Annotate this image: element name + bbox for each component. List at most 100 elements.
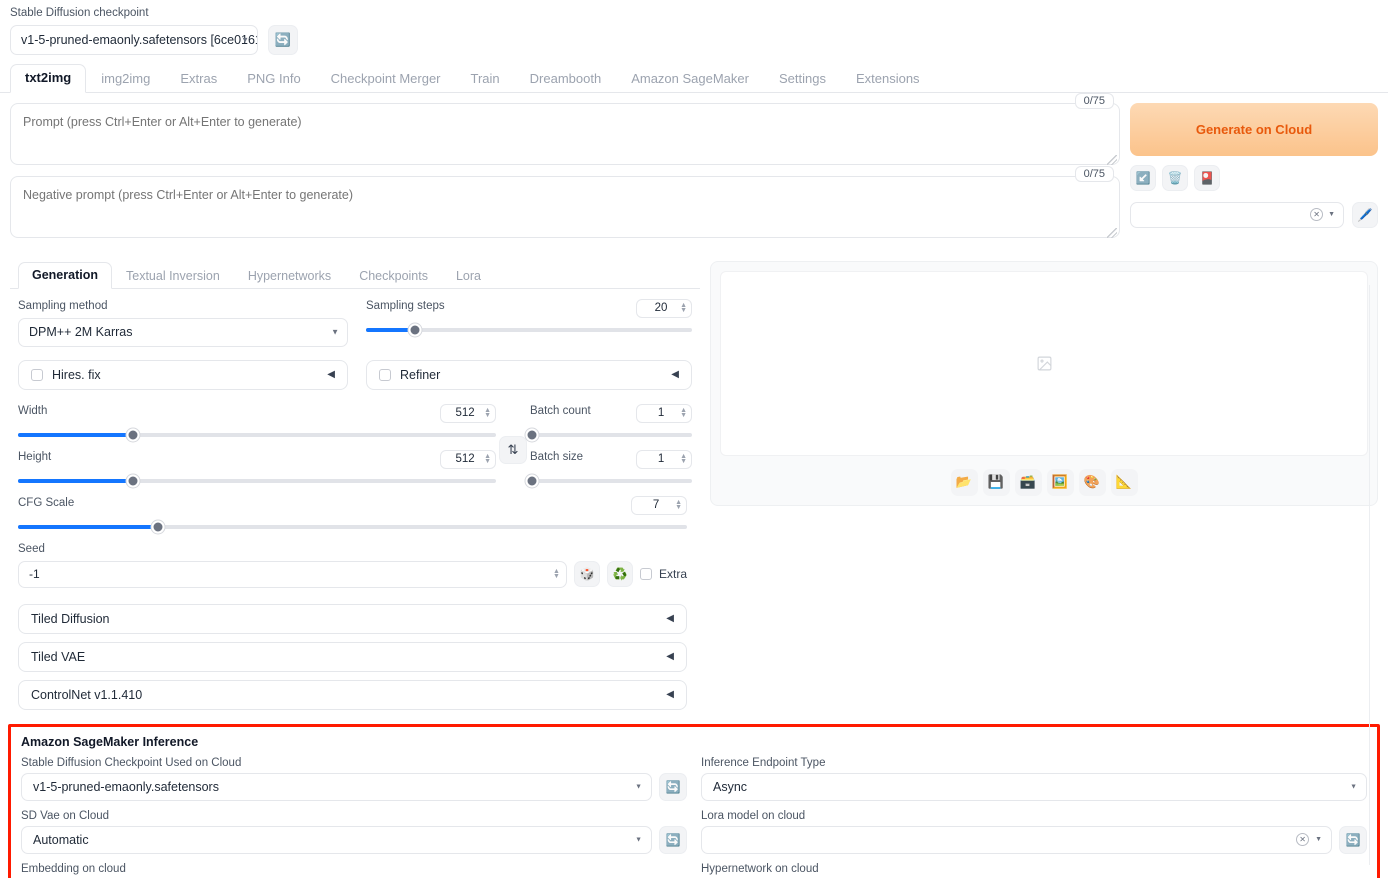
apply-style-button[interactable]: 🖊️ [1352,201,1378,228]
width-slider[interactable] [18,428,496,442]
tiled-diffusion-accordion[interactable]: Tiled Diffusion ◀ [18,603,687,634]
hires-fix-checkbox[interactable] [31,368,43,381]
tab-generation[interactable]: Generation [18,261,112,289]
prompt-tool-buttons: ↙️ 🗑️ 🎴 [1130,164,1378,191]
refresh-lora-model-button[interactable]: 🔄 [1339,825,1367,854]
tab-checkpoints[interactable]: Checkpoints [345,263,442,289]
cfg-scale-slider[interactable] [18,520,687,534]
batch-size-block: Batch size 1 ▲ ▼ [525,449,692,488]
seed-input[interactable]: -1 ▲ ▼ [18,560,567,588]
amazon-sagemaker-inference-panel: Amazon SageMaker Inference Stable Diffus… [8,723,1380,878]
tab-extensions[interactable]: Extensions [841,65,935,93]
show-extra-networks-button[interactable]: 🎴 [1194,164,1220,191]
refiner-label: Refiner [400,367,441,382]
extra-seed-checkbox[interactable] [639,568,652,581]
send-to-img2img-button[interactable]: 🖼️ [1046,468,1074,496]
panel-divider [1369,285,1370,865]
negative-prompt-resize-handle[interactable] [1107,227,1117,238]
refiner-accordion[interactable]: Refiner ◀ [366,359,692,390]
generate-on-cloud-button[interactable]: Generate on Cloud [1130,102,1378,156]
prompt-input[interactable] [10,102,1120,165]
endpoint-type-select[interactable]: Async ▼ [701,772,1367,801]
batch-count-number[interactable]: 1 ▲ ▼ [636,403,692,423]
cloud-checkpoint-select[interactable]: v1-5-pruned-emaonly.safetensors ▼ [21,772,652,801]
tab-png-info[interactable]: PNG Info [232,65,315,93]
image-preview-canvas[interactable] [720,270,1368,456]
tab-dreambooth[interactable]: Dreambooth [515,65,617,93]
chevron-down-icon: ▼ [635,836,642,844]
stepper-icon[interactable]: ▲ ▼ [553,568,560,580]
dimensions-row: Width 512 ▲ ▼ Height 512 ▲ ▼ ⇅ Batch cou… [18,403,692,496]
styles-select[interactable]: ✕ ▼ [1130,201,1344,228]
prompt-wrapper: 0/75 [10,92,1120,168]
stepper-icon[interactable]: ▲ ▼ [680,407,687,419]
refresh-sd-vae-button[interactable]: 🔄 [659,825,687,854]
clear-prompt-button[interactable]: 🗑️ [1162,164,1188,191]
lora-model-select[interactable]: ✕ ▼ [701,825,1332,854]
reuse-seed-button[interactable]: ♻️ [606,561,633,588]
chevron-down-icon: ▼ [1350,783,1357,791]
clear-icon[interactable]: ✕ [1310,208,1324,222]
refiner-checkbox[interactable] [379,368,391,381]
lora-model-block: Lora model on cloud ✕ ▼ 🔄 [701,810,1367,854]
tab-settings[interactable]: Settings [764,65,841,93]
seed-row: -1 ▲ ▼ 🎲 ♻️ Extra [18,560,687,588]
cfg-scale-number[interactable]: 7 ▲ ▼ [631,495,687,515]
open-folder-button[interactable]: 📂 [950,468,978,496]
sampling-steps-head: Sampling steps 20 ▲ ▼ [366,298,692,318]
batch-size-slider[interactable] [525,474,692,488]
send-to-extras-button[interactable]: 📐 [1110,468,1138,496]
batch-size-value: 1 [657,453,665,466]
controlnet-accordion[interactable]: ControlNet v1.1.410 ◀ [18,679,687,710]
prompt-resize-handle[interactable] [1107,154,1117,165]
stepper-icon[interactable]: ▲ ▼ [484,407,491,419]
tab-textual-inversion[interactable]: Textual Inversion [112,263,234,289]
main-body: Generation Textual Inversion Hypernetwor… [0,249,1388,718]
save-zip-button[interactable]: 🗃️ [1014,468,1042,496]
height-number[interactable]: 512 ▲ ▼ [440,449,496,469]
tiled-vae-accordion[interactable]: Tiled VAE ◀ [18,641,687,672]
tab-checkpoint-merger[interactable]: Checkpoint Merger [316,65,456,93]
stepper-icon[interactable]: ▲ ▼ [680,302,687,314]
width-number[interactable]: 512 ▲ ▼ [440,403,496,423]
tab-amazon-sagemaker[interactable]: Amazon SageMaker [616,65,764,93]
checkpoint-label: Stable Diffusion checkpoint [10,7,149,19]
cfg-scale-value: 7 [652,499,660,512]
tab-train[interactable]: Train [456,65,515,93]
hypernetwork-block: Hypernetwork on cloud ✕ ▼ 🔄 [701,863,1367,878]
random-seed-button[interactable]: 🎲 [573,561,600,588]
sampling-steps-number[interactable]: 20 ▲ ▼ [636,298,692,318]
height-label: Height [18,450,52,463]
send-to-inpaint-button[interactable]: 🎨 [1078,468,1106,496]
tab-img2img[interactable]: img2img [86,65,165,93]
batch-count-slider[interactable] [525,428,692,442]
hires-fix-accordion[interactable]: Hires. fix ◀ [18,359,348,390]
stepper-icon[interactable]: ▲ ▼ [680,453,687,465]
tab-txt2img[interactable]: txt2img [10,64,87,93]
height-slider[interactable] [18,474,496,488]
sagemaker-row-2: SD Vae on Cloud Automatic ▼ 🔄 Lora model… [21,810,1367,854]
sampling-steps-slider[interactable] [366,323,692,337]
collapse-arrow-icon: ◀ [666,689,674,701]
batch-count-block: Batch count 1 ▲ ▼ [525,403,692,442]
sampling-steps-label: Sampling steps [366,299,445,312]
refresh-cloud-checkpoint-button[interactable]: 🔄 [659,772,687,801]
sd-vae-select[interactable]: Automatic ▼ [21,825,652,854]
tab-lora[interactable]: Lora [442,263,495,289]
embedding-block: Embedding on cloud ✕ ▼ 🔄 [21,863,687,878]
stepper-icon[interactable]: ▲ ▼ [484,453,491,465]
restore-progress-button[interactable]: ↙️ [1130,164,1156,191]
negative-prompt-input[interactable] [10,175,1120,238]
refresh-checkpoint-button[interactable]: 🔄 [268,24,298,55]
swap-dimensions-button[interactable]: ⇅ [499,435,527,464]
tab-extras[interactable]: Extras [165,65,232,93]
sampling-method-select[interactable]: DPM++ 2M Karras ▼ [18,317,348,347]
negative-prompt-wrapper: 0/75 [10,165,1120,241]
tab-hypernetworks[interactable]: Hypernetworks [234,263,345,289]
save-button[interactable]: 💾 [982,468,1010,496]
checkpoint-select[interactable]: v1-5-pruned-emaonly.safetensors [6ce0161… [10,24,258,55]
clear-icon[interactable]: ✕ [1296,833,1310,847]
sampling-method-block: Sampling method DPM++ 2M Karras ▼ [18,299,348,347]
batch-size-number[interactable]: 1 ▲ ▼ [636,449,692,469]
stepper-icon[interactable]: ▲ ▼ [675,499,682,511]
